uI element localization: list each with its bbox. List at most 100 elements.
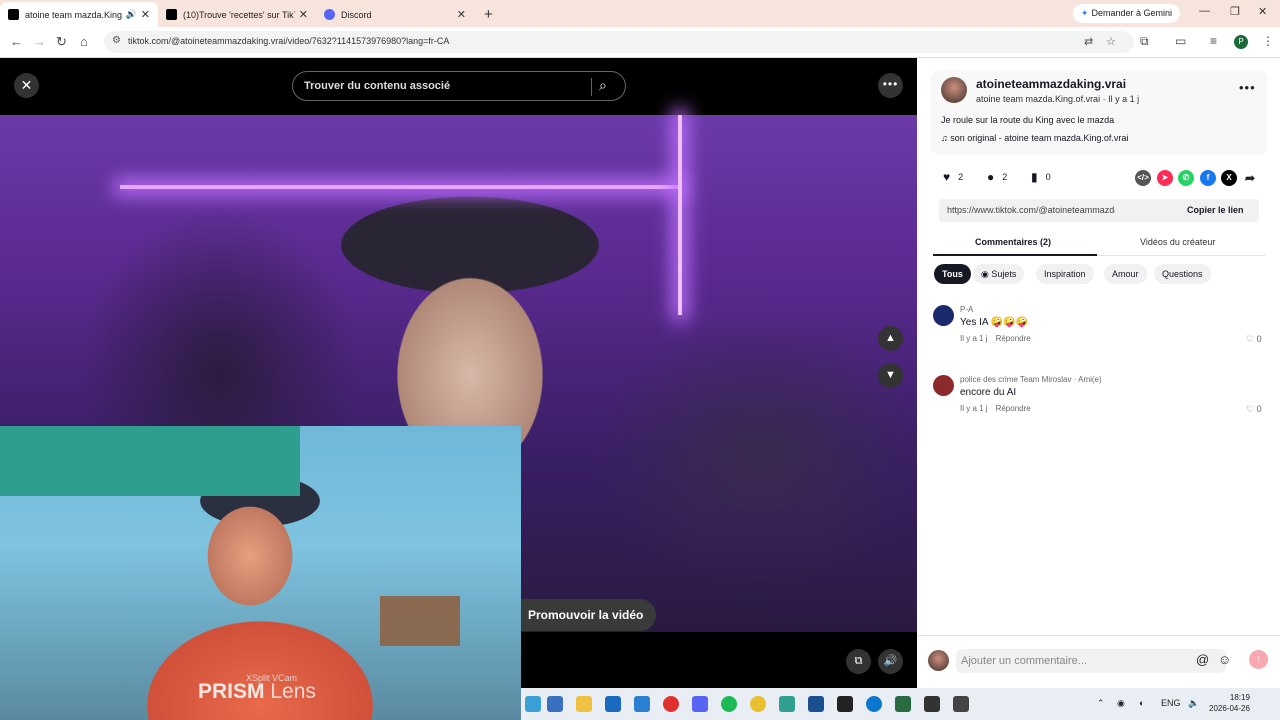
reply-button[interactable]: Répondre [996, 334, 1031, 343]
chip-topics[interactable]: ◉ Sujets [973, 264, 1025, 284]
active-tab-indicator [933, 254, 1097, 256]
url-field[interactable]: ⚙ tiktok.com/@atoineteammazdaking.vrai/v… [104, 31, 1134, 53]
epic-games-icon[interactable] [837, 696, 853, 712]
chrome-icon[interactable] [750, 696, 766, 712]
music-link[interactable]: ♫ son original - atoine team mazda.King.… [941, 133, 1128, 143]
taskbar-app-icon[interactable] [779, 696, 795, 712]
spotify-icon[interactable] [721, 696, 737, 712]
tray-chevron-icon[interactable]: ⌃ [1097, 698, 1105, 709]
commenter-name[interactable]: police des crime Team Miroslav · Ami(e) [960, 375, 1102, 384]
mini-player-icon[interactable]: ⧉ [846, 649, 871, 674]
close-tab-icon[interactable]: ✕ [457, 8, 466, 21]
copy-link-button[interactable]: Copier le lien [1187, 205, 1244, 215]
tab-title: atoine team mazda.King.o [25, 9, 123, 20]
chip-love[interactable]: Amour [1104, 264, 1147, 284]
creator-username[interactable]: atoineteammazdaking.vrai [976, 77, 1126, 91]
comment-like[interactable]: ♡ 0 [1246, 334, 1262, 345]
taskbar-app-icon[interactable] [924, 696, 940, 712]
like-stat[interactable]: ♥ 2 [943, 170, 963, 184]
speaker-icon[interactable]: 🔊 [126, 9, 137, 20]
browser-tab-discord[interactable]: Discord ✕ [316, 2, 474, 27]
browser-tab-tiktok-search[interactable]: (10)Trouve 'recettes' sur TikTok ✕ [158, 2, 316, 27]
system-clock[interactable]: 18:19 2026-04-26 [1209, 692, 1250, 714]
maximize-icon[interactable]: ❐ [1230, 5, 1240, 18]
emoji-icon[interactable]: ☺ [1218, 652, 1231, 667]
tray-app-icon[interactable]: ◐ [1139, 698, 1144, 708]
back-icon[interactable]: ← [10, 34, 23, 49]
comment-time: Il y a 1 j [960, 334, 988, 343]
comment-like[interactable]: ♡ 0 [1246, 404, 1262, 415]
browser-menu-icon[interactable]: ⋮ [1262, 34, 1274, 48]
close-video-button[interactable]: ✕ [14, 73, 39, 98]
tiktok-favicon-icon [8, 9, 19, 20]
tiktok-favicon-icon [166, 9, 177, 20]
gemini-button[interactable]: ✦ Demander à Gemini [1072, 4, 1180, 23]
reply-button[interactable]: Répondre [996, 404, 1031, 413]
more-options-button[interactable]: ••• [878, 73, 903, 98]
send-to-friends-icon[interactable]: ➤ [1157, 170, 1173, 186]
language-indicator[interactable]: ENG [1161, 698, 1181, 708]
taskbar-app-icon[interactable] [953, 696, 969, 712]
commenter-avatar[interactable] [933, 305, 954, 326]
taskbar-app-icon[interactable] [605, 696, 621, 712]
chip-inspiration[interactable]: Inspiration [1036, 264, 1094, 284]
chip-questions[interactable]: Questions [1154, 264, 1211, 284]
promote-video-button[interactable]: Promouvoir la vidéo [508, 599, 656, 631]
related-search-input[interactable]: Trouver du contenu associé ⌕ [292, 71, 626, 101]
network-volume-icon[interactable]: 🔈 [1188, 698, 1199, 709]
video-link[interactable]: https://www.tiktok.com/@atoineteammazdak… [947, 205, 1115, 215]
profile-avatar[interactable]: P [1234, 35, 1248, 49]
outlook-icon[interactable] [634, 696, 650, 712]
save-stat[interactable]: ▮ 0 [1031, 170, 1051, 184]
tray-app-icon[interactable]: ◉ [1117, 698, 1125, 709]
taskbar-app-icon[interactable] [895, 696, 911, 712]
x-icon[interactable]: X [1221, 170, 1237, 186]
search-icon[interactable]: ⌕ [599, 77, 607, 94]
translate-icon[interactable]: ⇄ [1084, 35, 1093, 48]
comment-input[interactable]: Ajouter un commentaire... [956, 649, 1226, 673]
cast-icon[interactable]: ▭ [1175, 34, 1186, 48]
taskbar-app-icon[interactable] [547, 696, 563, 712]
facebook-icon[interactable]: f [1200, 170, 1216, 186]
home-icon[interactable]: ⌂ [80, 34, 88, 49]
previous-video-button[interactable]: ▲ [878, 326, 903, 351]
new-tab-button[interactable]: + [484, 2, 493, 27]
bookmark-star-icon[interactable]: ☆ [1106, 35, 1116, 48]
comment-stat[interactable]: ● 2 [987, 170, 1007, 184]
browser-tab-tiktok-video[interactable]: atoine team mazda.King.o 🔊 ✕ [0, 2, 158, 27]
volume-icon[interactable]: 🔊 [878, 649, 903, 674]
creator-avatar[interactable] [941, 77, 967, 103]
send-comment-button[interactable]: ↑ [1249, 650, 1268, 669]
whatsapp-icon[interactable]: ✆ [1178, 170, 1194, 186]
file-explorer-icon[interactable] [576, 696, 592, 712]
extensions-icon[interactable]: ⧉ [1140, 34, 1149, 49]
tab-comments[interactable]: Commentaires (2) [975, 237, 1051, 247]
bookmark-icon: ▮ [1031, 170, 1038, 184]
embed-icon[interactable]: </> [1135, 170, 1151, 186]
panel-tabs: Commentaires (2) Vidéos du créateur [933, 235, 1265, 256]
tab-creator-videos[interactable]: Vidéos du créateur [1140, 237, 1215, 247]
mention-icon[interactable]: @ [1196, 652, 1209, 667]
post-description: Je roule sur la route du King avec le ma… [941, 115, 1115, 125]
taskbar-app-icon[interactable] [525, 696, 541, 712]
reading-list-icon[interactable]: ≡ [1210, 34, 1217, 48]
divider [591, 78, 592, 96]
reload-icon[interactable]: ↻ [56, 34, 67, 50]
edge-icon[interactable] [866, 696, 882, 712]
webcam-overlay: XSplit VCam PRISM Lens [0, 426, 521, 720]
commenter-name[interactable]: P-A [960, 305, 973, 314]
commenter-avatar[interactable] [933, 375, 954, 396]
forward-icon[interactable]: → [33, 34, 46, 49]
chip-all[interactable]: Tous [934, 264, 971, 284]
close-tab-icon[interactable]: ✕ [141, 8, 150, 21]
taskbar-app-icon[interactable] [808, 696, 824, 712]
site-info-icon[interactable]: ⚙ [112, 35, 121, 46]
more-options-icon[interactable]: ••• [1239, 80, 1256, 95]
next-video-button[interactable]: ▼ [878, 363, 903, 388]
minimize-icon[interactable]: — [1199, 5, 1210, 17]
window-close-icon[interactable]: ✕ [1258, 5, 1267, 18]
close-tab-icon[interactable]: ✕ [299, 8, 308, 21]
discord-icon[interactable] [692, 696, 708, 712]
share-arrow-icon[interactable]: ➦ [1242, 170, 1258, 186]
opera-icon[interactable] [663, 696, 679, 712]
